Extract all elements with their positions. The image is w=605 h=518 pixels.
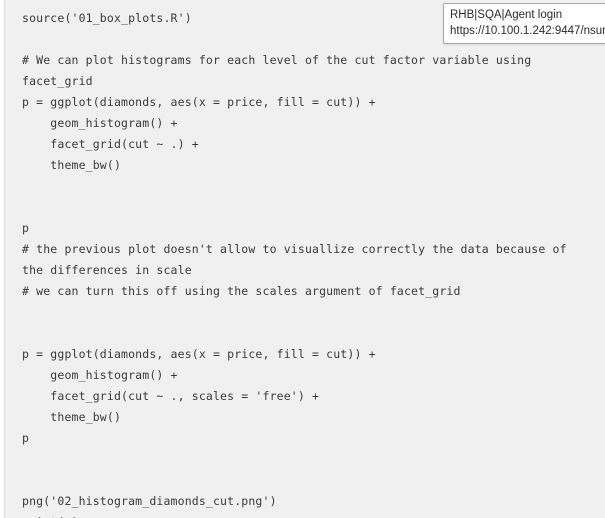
code-line: p = ggplot(diamonds, aes(x = price, fill… [22, 95, 376, 109]
code-editor-panel[interactable]: source('01_box_plots.R') # We can plot h… [4, 0, 605, 518]
code-line: p [22, 431, 30, 445]
code-content[interactable]: source('01_box_plots.R') # We can plot h… [5, 0, 605, 518]
code-line: theme_bw() [22, 158, 122, 172]
code-line: print(p) [5, 512, 605, 518]
link-preview-tooltip: RHB|SQA|Agent login https://10.100.1.242… [443, 3, 605, 44]
code-line: png('02_histogram_diamonds_cut.png') [22, 494, 277, 508]
tooltip-title: RHB|SQA|Agent login [450, 9, 563, 21]
code-line: geom_histogram() + [22, 368, 178, 382]
tooltip-url: https://10.100.1.242:9447/nsur [450, 25, 605, 37]
code-line: facet_grid(cut ~ ., scales = 'free') + [22, 389, 320, 403]
code-line: # the previous plot doesn't allow to vis… [22, 242, 567, 256]
code-line: # we can turn this off using the scales … [22, 284, 461, 298]
code-line: facet_grid [22, 74, 93, 88]
code-line: facet_grid(cut ~ .) + [22, 137, 199, 151]
code-line: p = ggplot(diamonds, aes(x = price, fill… [22, 347, 376, 361]
code-line: theme_bw() [22, 410, 122, 424]
code-line: p [22, 221, 30, 235]
code-line: # We can plot histograms for each level … [22, 53, 532, 67]
code-line: geom_histogram() + [22, 116, 178, 130]
code-line: the differences in scale [22, 263, 192, 277]
screen-root: source('01_box_plots.R') # We can plot h… [0, 0, 605, 518]
